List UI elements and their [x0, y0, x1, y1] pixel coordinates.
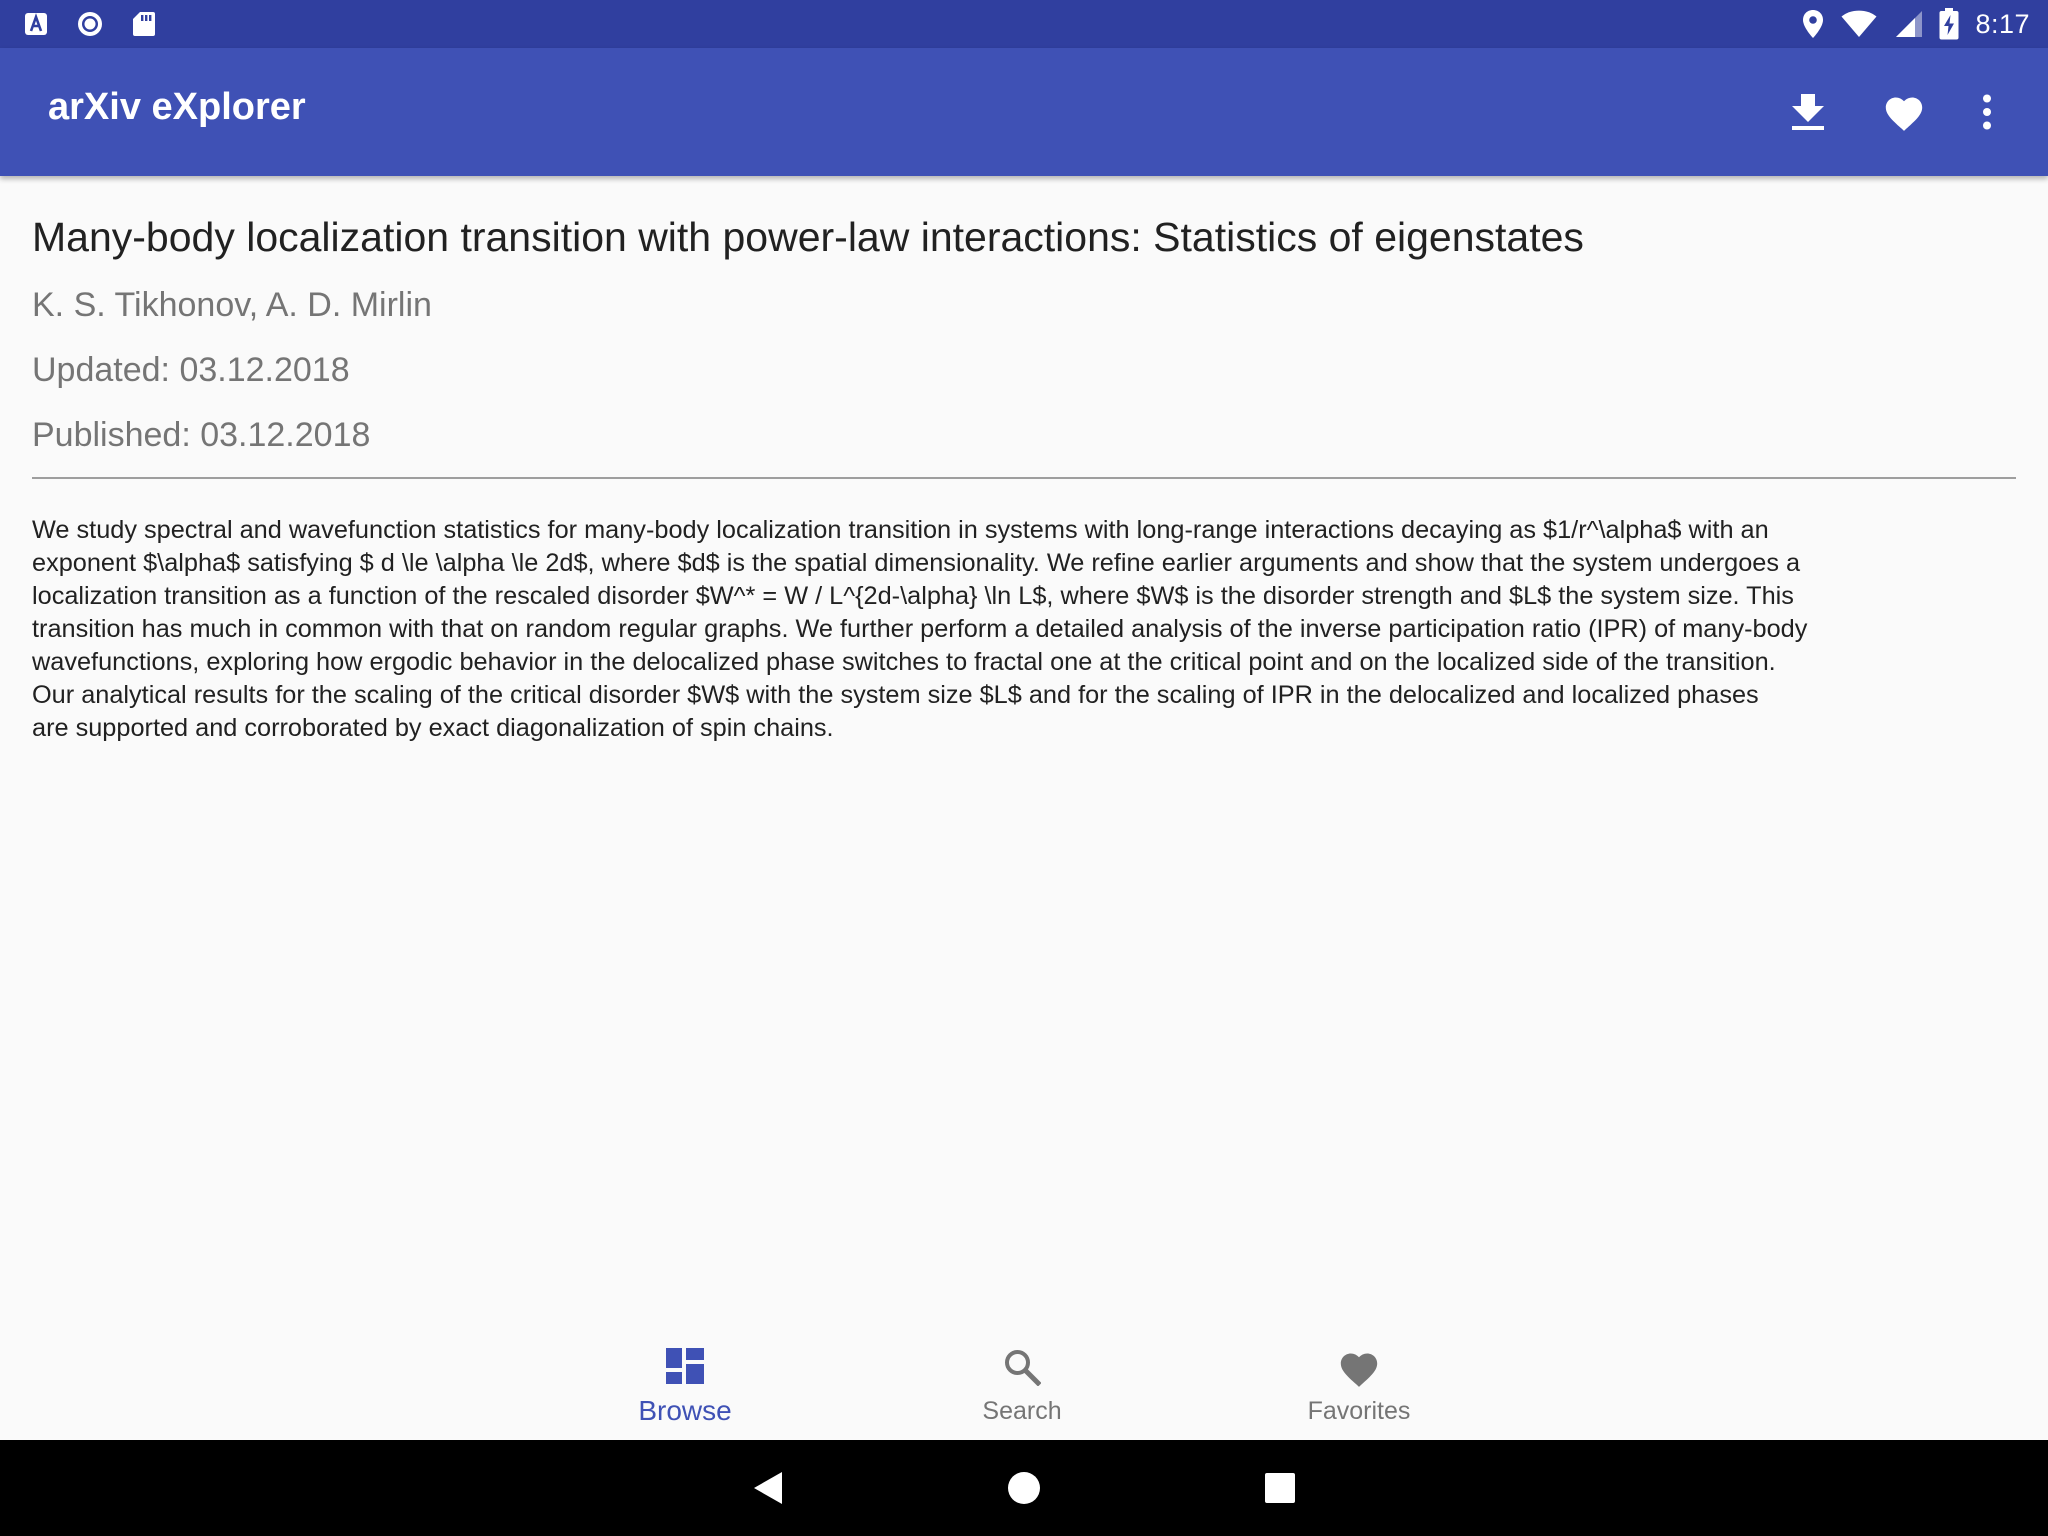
- wifi-icon: [1841, 10, 1877, 37]
- home-button[interactable]: [998, 1462, 1050, 1514]
- nav-item-search[interactable]: Search: [892, 1320, 1152, 1440]
- sd-card-icon: [133, 12, 155, 36]
- favorite-button[interactable]: [1878, 86, 1930, 138]
- nav-item-browse[interactable]: Browse: [555, 1320, 815, 1440]
- abstract-line: are supported and corroborated by exact …: [32, 714, 834, 742]
- nav-label-browse: Browse: [638, 1395, 732, 1426]
- back-icon: [754, 1472, 782, 1504]
- abstract-line: Our analytical results for the scaling o…: [32, 681, 1759, 709]
- system-navigation-bar: [0, 1440, 2048, 1536]
- app-toolbar: arXiv eXplorer: [0, 48, 2048, 176]
- screen: 8:17 arXiv eXplorer Many-body localizati: [0, 0, 2048, 1536]
- paper-updated-date: Updated: 03.12.2018: [32, 351, 350, 389]
- location-icon: [1803, 10, 1824, 38]
- heart-icon: [1340, 1353, 1378, 1387]
- abstract-line: wavefunctions, exploring how ergodic beh…: [32, 648, 1776, 676]
- battery-charging-icon: [1939, 8, 1959, 40]
- nav-label-search: Search: [982, 1397, 1062, 1425]
- nav-label-favorites: Favorites: [1307, 1397, 1411, 1425]
- paper-title: Many-body localization transition with p…: [32, 214, 1584, 260]
- recents-button[interactable]: [1254, 1462, 1306, 1514]
- paper-published-date: Published: 03.12.2018: [32, 416, 371, 454]
- nav-item-favorites[interactable]: Favorites: [1229, 1320, 1489, 1440]
- bottom-navigation: Browse Search Favorites: [0, 1320, 2048, 1440]
- abstract-line: We study spectral and wavefunction stati…: [32, 516, 1769, 544]
- status-clock: 8:17: [1975, 8, 2030, 39]
- signal-icon: [1896, 11, 1923, 37]
- divider: [32, 477, 2016, 479]
- more-vert-icon: [1983, 94, 1991, 130]
- dashboard-icon: [666, 1348, 704, 1384]
- download-icon: [1792, 94, 1824, 130]
- abstract-line: transition has much in common with that …: [32, 615, 1808, 643]
- paper-authors: K. S. Tikhonov, A. D. Mirlin: [32, 286, 432, 324]
- status-system-icons: 8:17: [1801, 8, 2030, 40]
- download-button[interactable]: [1782, 86, 1834, 138]
- text-a-icon: [25, 13, 47, 35]
- paper-abstract: We study spectral and wavefunction stati…: [32, 514, 2016, 745]
- abstract-line: exponent $\alpha$ satisfying $ d \le \al…: [32, 549, 1801, 577]
- record-circle-icon: [78, 12, 102, 36]
- recents-icon: [1265, 1473, 1295, 1503]
- status-notification-icons: [24, 10, 156, 38]
- back-button[interactable]: [742, 1462, 794, 1514]
- home-icon: [1008, 1472, 1040, 1504]
- status-bar: 8:17: [0, 0, 2048, 48]
- search-icon: [1005, 1350, 1041, 1386]
- app-title: arXiv eXplorer: [48, 86, 306, 128]
- overflow-menu-button[interactable]: [1961, 86, 2013, 138]
- heart-icon: [1885, 97, 1923, 131]
- abstract-line: localization transition as a function of…: [32, 582, 1794, 610]
